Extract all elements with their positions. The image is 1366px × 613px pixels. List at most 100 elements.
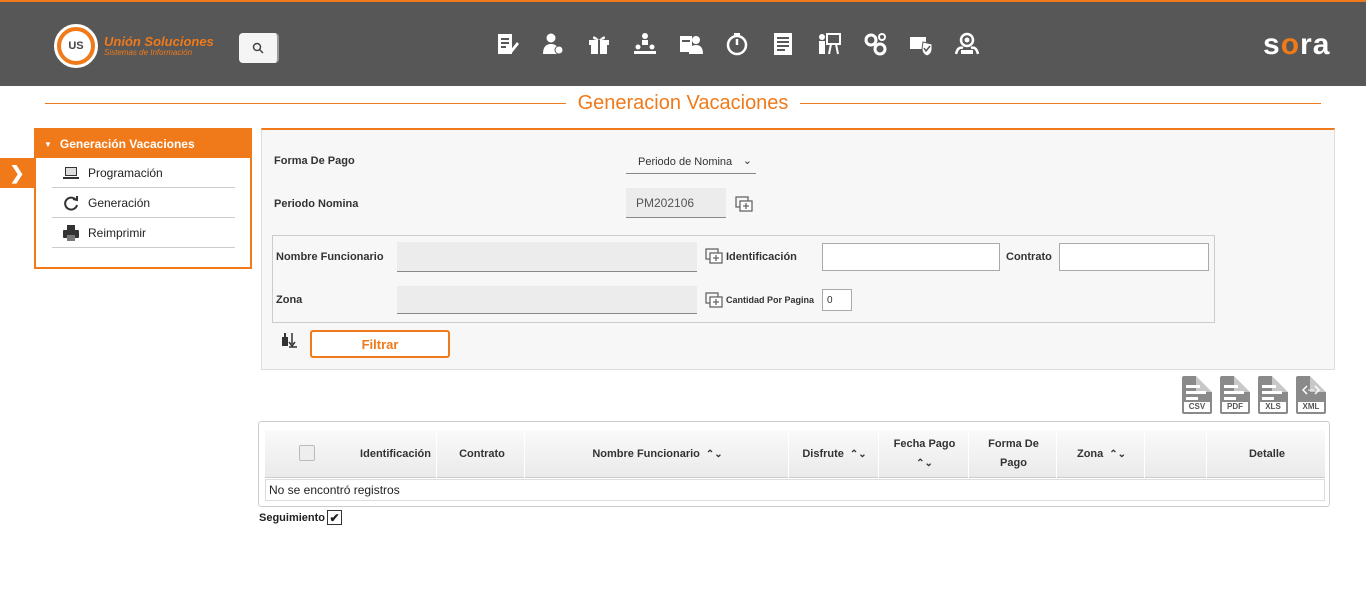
zona-field[interactable]	[397, 286, 697, 314]
sort-icon: ⌃⌄	[705, 448, 723, 460]
module-user-id[interactable]	[677, 30, 705, 58]
checkmark-icon: ✔	[329, 510, 340, 525]
sort-icon: ⌃⌄	[1109, 448, 1127, 460]
page-title: Generacion Vacaciones	[577, 91, 789, 114]
org-chart-icon	[634, 33, 656, 54]
title-divider-left	[45, 102, 566, 104]
module-gift[interactable]	[585, 30, 613, 58]
identificacion-input[interactable]	[822, 243, 1000, 271]
filter-panel: Forma De Pago Periodo de Nomina ⌄ Period…	[261, 128, 1335, 370]
search-criteria-box: Nombre Funcionario Identificación Contra…	[272, 235, 1215, 323]
sidebar-title: Generación Vacaciones	[59, 137, 195, 151]
module-shield-check[interactable]	[907, 30, 935, 58]
column-nombre-funcionario[interactable]: Nombre Funcionario ⌃⌄	[527, 430, 789, 478]
column-zona[interactable]: Zona ⌃⌄	[1059, 430, 1145, 478]
lookup-icon[interactable]	[705, 248, 723, 264]
sidebar-item-label: Reimprimir	[88, 225, 146, 240]
module-edit-doc[interactable]	[493, 30, 521, 58]
sidebar-header[interactable]: ▼ Generación Vacaciones	[36, 130, 250, 158]
logo-mark: US	[54, 24, 98, 68]
export-xml-label: XML	[1298, 402, 1324, 412]
union-soluciones-logo[interactable]: US Unión Soluciones Sistemas de Informac…	[54, 24, 214, 68]
printer-icon	[63, 224, 79, 241]
timer-icon	[726, 33, 748, 56]
export-csv-button[interactable]: CSV	[1182, 376, 1212, 414]
column-spacer	[1147, 430, 1207, 478]
export-xml-button[interactable]: XML	[1296, 376, 1326, 414]
module-icon-bar	[493, 30, 999, 58]
user-id-icon	[680, 36, 703, 54]
logo-subtitle: Sistemas de Información	[104, 48, 193, 57]
identificacion-label: Identificación	[726, 251, 797, 263]
export-xls-button[interactable]: XLS	[1258, 376, 1288, 414]
sort-icon: ⌃⌄	[849, 448, 867, 460]
search-button[interactable]	[239, 33, 279, 63]
module-gears[interactable]	[861, 30, 889, 58]
seguimiento-checkbox[interactable]: ✔	[327, 510, 343, 525]
results-table: Identificación Contrato Nombre Funcionar…	[258, 421, 1330, 507]
top-navbar: US Unión Soluciones Sistemas de Informac…	[0, 0, 1366, 86]
sidebar-item-generacion[interactable]: Generación	[52, 188, 235, 218]
column-forma-de-pago[interactable]: Forma De Pago	[971, 430, 1057, 478]
sidebar-item-label: Generación	[88, 195, 151, 210]
sort-icon: ⌃⌄	[916, 458, 933, 469]
periodo-nomina-label: Periodo Nomina	[274, 198, 359, 210]
export-pdf-button[interactable]: PDF	[1220, 376, 1250, 414]
page-title-row: Generacion Vacaciones	[45, 90, 1321, 116]
chevron-down-icon: ⌄	[742, 155, 752, 167]
gears-icon	[864, 33, 887, 56]
periodo-nomina-field[interactable]: PM202106	[626, 188, 726, 218]
column-disfrute[interactable]: Disfrute ⌃⌄	[791, 430, 879, 478]
module-team-search[interactable]	[953, 30, 981, 58]
user-money-icon	[543, 33, 564, 55]
laptop-icon	[63, 166, 79, 179]
presentation-icon	[819, 33, 841, 55]
column-identificacion[interactable]: Identificación	[355, 430, 437, 478]
module-org-chart[interactable]	[631, 30, 659, 58]
lookup-icon[interactable]	[705, 292, 723, 308]
table-header: Identificación Contrato Nombre Funcionar…	[265, 430, 1325, 478]
module-presentation[interactable]	[815, 30, 843, 58]
edit-doc-icon	[498, 34, 519, 54]
module-timer[interactable]	[723, 30, 751, 58]
code-icon	[1302, 385, 1320, 395]
export-xls-label: XLS	[1260, 402, 1286, 412]
module-document-list[interactable]	[769, 30, 797, 58]
sidebar-item-reimprimir[interactable]: Reimprimir	[52, 218, 235, 248]
search-icon	[252, 42, 264, 54]
cantidad-por-pagina-input[interactable]: 0	[822, 289, 852, 311]
seguimiento-label: Seguimiento	[259, 511, 326, 524]
lookup-icon[interactable]	[735, 196, 753, 212]
export-pdf-label: PDF	[1222, 402, 1248, 412]
shield-check-icon	[910, 37, 933, 56]
gift-icon	[589, 36, 609, 54]
contrato-input[interactable]	[1059, 243, 1209, 271]
logo-mark-text: US	[61, 31, 91, 61]
filtrar-button[interactable]: Filtrar	[310, 330, 450, 358]
clear-filter-icon[interactable]	[280, 332, 298, 348]
contrato-label: Contrato	[1006, 251, 1052, 263]
forma-pago-label: Forma De Pago	[274, 155, 355, 167]
column-fecha-pago[interactable]: Fecha Pago ⌃⌄	[881, 430, 969, 478]
empty-results-message: No se encontró registros	[265, 479, 1325, 501]
logo-title: Unión Soluciones	[104, 34, 214, 49]
cantidad-por-pagina-label: Cantidad Por Pagina	[726, 295, 815, 305]
sidebar-menu: ▼ Generación Vacaciones Programación Gen…	[34, 128, 252, 269]
export-csv-label: CSV	[1184, 402, 1210, 412]
forma-pago-select[interactable]: Periodo de Nomina ⌄	[626, 150, 756, 174]
export-toolbar: CSV PDF XLS XML	[1182, 376, 1334, 414]
sidebar-item-programacion[interactable]: Programación	[52, 158, 235, 188]
select-all-checkbox[interactable]	[299, 445, 315, 461]
sidebar-toggle-button[interactable]: ❯	[0, 158, 34, 188]
title-divider-right	[800, 102, 1321, 104]
nombre-funcionario-field[interactable]	[397, 242, 697, 272]
module-user-money[interactable]	[539, 30, 567, 58]
caret-down-icon: ▼	[44, 139, 52, 149]
refresh-icon	[64, 195, 78, 211]
nombre-funcionario-label: Nombre Funcionario	[276, 251, 384, 263]
column-contrato[interactable]: Contrato	[440, 430, 525, 478]
document-list-icon	[774, 33, 792, 55]
forma-pago-value: Periodo de Nomina	[638, 155, 733, 168]
seguimiento-row: Seguimiento ✔	[259, 510, 343, 525]
sora-brand: sora	[1263, 28, 1331, 61]
